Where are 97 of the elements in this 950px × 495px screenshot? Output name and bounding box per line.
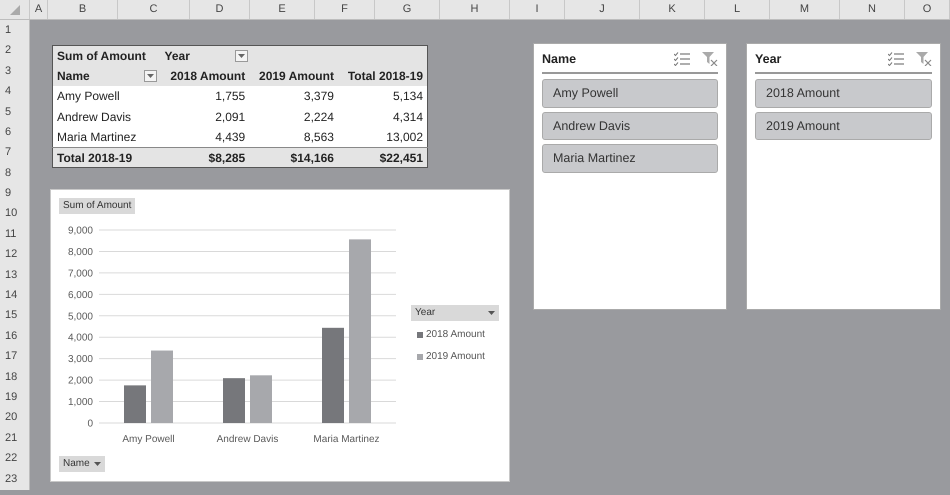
axis-tick-label: 1,000 <box>68 397 93 408</box>
axis-field-button[interactable]: Name <box>59 456 105 472</box>
clear-filter-icon[interactable] <box>702 52 718 66</box>
multi-select-icon[interactable] <box>888 52 904 66</box>
category-label: Amy Powell <box>122 434 175 445</box>
multi-select-icon[interactable] <box>674 52 690 66</box>
table-cell: 2,224 <box>249 106 338 128</box>
legend-label: 2019 Amount <box>426 350 485 364</box>
column-header[interactable]: A <box>30 0 48 19</box>
row-header[interactable]: 19 <box>0 387 29 408</box>
axis-tick-label: 9,000 <box>68 226 93 236</box>
row-header[interactable]: 11 <box>0 224 29 244</box>
row-header[interactable]: 14 <box>0 285 29 306</box>
slicer-item[interactable]: Andrew Davis <box>542 112 718 140</box>
caret-icon <box>146 74 154 78</box>
column-header[interactable]: I <box>510 0 565 19</box>
table-cell: 1,755 <box>160 86 250 107</box>
row-header[interactable]: 6 <box>0 122 29 142</box>
table-cell: 3,379 <box>249 86 338 107</box>
table-cell: 13,002 <box>338 127 428 148</box>
dropdown-button[interactable] <box>234 50 248 62</box>
row-header[interactable]: 8 <box>0 162 29 184</box>
column-header[interactable]: G <box>375 0 440 19</box>
column-header[interactable]: C <box>118 0 190 19</box>
column-header[interactable]: B <box>48 0 118 19</box>
column-header[interactable]: K <box>640 0 705 19</box>
column-header[interactable]: N <box>840 0 905 19</box>
pivot-value-label: Sum of Amount <box>57 48 146 63</box>
row-header[interactable]: 7 <box>0 142 29 163</box>
row-header[interactable]: 10 <box>0 204 29 224</box>
total-cell: $14,166 <box>249 147 338 168</box>
row-header[interactable]: 3 <box>0 60 29 82</box>
row-header[interactable]: 13 <box>0 264 29 286</box>
column-header[interactable]: L <box>705 0 770 19</box>
column-heading: 2018 Amount <box>160 66 250 86</box>
axis-tick-label: 4,000 <box>68 332 93 344</box>
slicer-item[interactable]: 2019 Amount <box>755 112 932 140</box>
dropdown-button[interactable] <box>144 70 156 82</box>
legend-field-button[interactable]: Year <box>411 305 499 321</box>
row-header[interactable]: 23 <box>0 468 29 489</box>
row-header[interactable]: 4 <box>0 81 29 102</box>
legend-label: 2018 Amount <box>426 328 485 342</box>
clear-filter-icon[interactable] <box>916 52 932 66</box>
axis-tick-label: 8,000 <box>68 246 93 258</box>
column-heading: Name <box>57 68 90 86</box>
caret-icon <box>94 462 101 466</box>
column-header[interactable]: J <box>565 0 640 19</box>
total-cell: $8,285 <box>160 147 250 168</box>
axis-tick-label: 6,000 <box>68 290 93 301</box>
bar <box>124 385 146 423</box>
slicer-item[interactable]: 2018 Amount <box>755 78 932 108</box>
total-cell: $22,451 <box>338 147 428 168</box>
caret-icon <box>488 311 495 315</box>
row-header[interactable]: 20 <box>0 407 29 428</box>
column-header[interactable]: F <box>315 0 375 19</box>
column-header[interactable]: H <box>440 0 510 19</box>
category-label: Maria Martinez <box>313 434 380 445</box>
row-header[interactable]: 12 <box>0 244 29 265</box>
row-header[interactable]: 15 <box>0 305 29 326</box>
column-heading: Total 2018-19 <box>338 66 428 86</box>
category-label: Andrew Davis <box>216 434 278 445</box>
row-header[interactable]: 2 <box>0 40 29 61</box>
row-header[interactable]: 1 <box>0 20 29 40</box>
axis-tick-label: 5,000 <box>68 311 93 322</box>
row-header[interactable]: 9 <box>0 183 29 204</box>
axis-tick-label: 7,000 <box>68 268 93 280</box>
row-header[interactable]: 17 <box>0 346 29 367</box>
row-header[interactable]: 18 <box>0 366 29 388</box>
axis-tick-label: 2,000 <box>68 376 93 387</box>
column-header[interactable]: M <box>770 0 840 19</box>
slicer-title: Name <box>542 51 578 68</box>
slicer-item[interactable]: Maria Martinez <box>542 144 718 173</box>
bar <box>250 375 272 423</box>
row-header[interactable]: 21 <box>0 428 29 448</box>
row-header[interactable]: 22 <box>0 448 29 469</box>
table-cell: 2,091 <box>160 106 250 128</box>
table-cell: Amy Powell <box>52 86 160 107</box>
column-header[interactable]: E <box>250 0 315 19</box>
slicer-item[interactable]: Amy Powell <box>542 78 718 108</box>
row-header[interactable]: 5 <box>0 102 29 122</box>
column-header[interactable]: D <box>190 0 250 19</box>
table-cell: Maria Martinez <box>52 127 160 148</box>
caret-icon <box>238 54 244 58</box>
table-cell: 4,314 <box>338 106 428 128</box>
bar <box>223 378 245 423</box>
table-cell: Andrew Davis <box>52 106 160 128</box>
axis-tick-label: 3,000 <box>68 354 93 366</box>
table-cell: 5,134 <box>338 86 428 107</box>
total-cell: Total 2018-19 <box>52 147 160 168</box>
slicer-title: Year <box>755 51 782 68</box>
row-header[interactable]: 16 <box>0 326 29 346</box>
value-field-button[interactable]: Sum of Amount <box>59 198 136 214</box>
table-cell: 8,563 <box>249 127 338 148</box>
axis-tick-label: 0 <box>87 418 93 430</box>
column-heading: 2019 Amount <box>249 66 338 86</box>
column-header[interactable]: O <box>905 0 950 19</box>
table-cell: 4,439 <box>160 127 250 148</box>
